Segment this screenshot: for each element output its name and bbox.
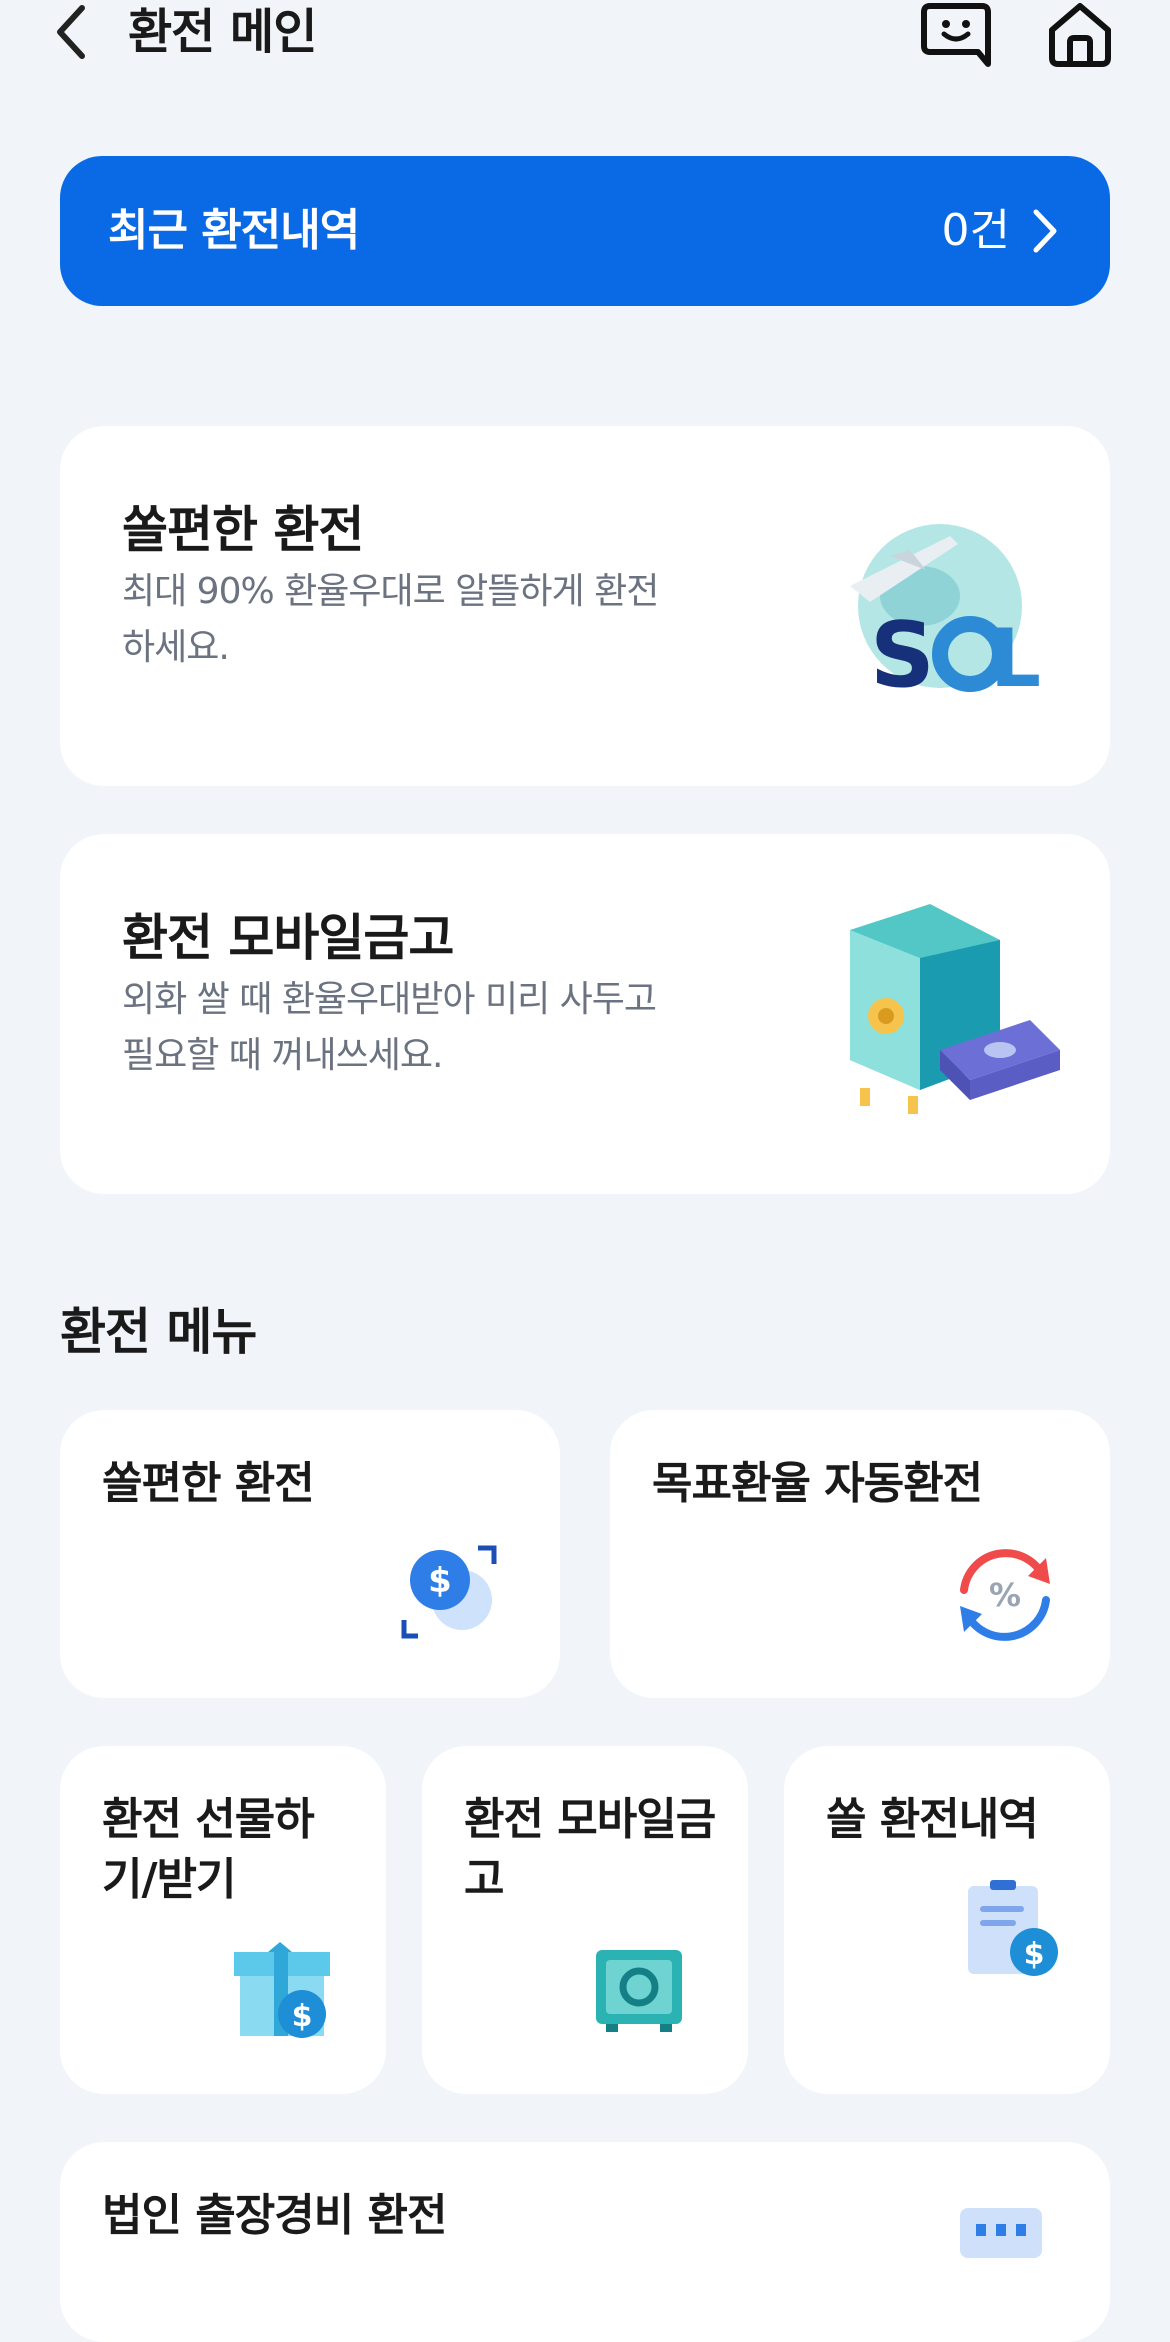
home-icon: [1049, 3, 1111, 67]
percent-cycle-icon: %: [960, 1549, 1050, 1641]
menu-item-label: 환전 선물하기/받기: [102, 1794, 315, 1905]
section-title-exchange-menu: 환전 메뉴: [60, 1303, 257, 1361]
promo-title: 쏠편한 환전: [122, 501, 364, 559]
menu-item-sol-exchange[interactable]: 쏠편한 환전 $: [60, 1410, 560, 1698]
receipt-dollar-icon: $: [968, 1880, 1058, 1976]
menu-item-label: 환전 모바일금고: [464, 1794, 716, 1905]
chat-smile-icon: [921, 3, 991, 67]
svg-text:%: %: [989, 1576, 1021, 1614]
recent-history-label: 최근 환전내역: [108, 205, 360, 256]
svg-text:$: $: [292, 1999, 313, 2034]
svg-text:$: $: [1024, 1937, 1045, 1972]
chevron-right-icon: [1033, 209, 1057, 253]
menu-item-label: 법인 출장경비 환전: [102, 2190, 447, 2241]
menu-item-target-rate-auto-exchange[interactable]: 목표환율 자동환전 %: [610, 1410, 1110, 1698]
menu-item-gift-exchange[interactable]: 환전 선물하기/받기 $: [60, 1746, 386, 2094]
promo-card-mobile-vault[interactable]: 환전 모바일금고 외화 쌀 때 환율우대받아 미리 사두고 필요할 때 꺼내쓰세…: [60, 834, 1110, 1194]
menu-item-label: 목표환율 자동환전: [652, 1458, 983, 1509]
safe-with-cash-icon: [850, 904, 1060, 1114]
chevron-left-icon: [57, 5, 85, 59]
svg-text:L: L: [990, 612, 1041, 705]
gift-dollar-icon: $: [234, 1942, 330, 2038]
svg-text:S: S: [870, 603, 935, 706]
promo-title: 환전 모바일금고: [122, 909, 454, 967]
menu-item-sol-exchange-history[interactable]: 쏠 환전내역 $: [784, 1746, 1110, 2094]
promo-card-sol-exchange[interactable]: 쏠편한 환전 최대 90% 환율우대로 알뜰하게 환전하세요. S L: [60, 426, 1110, 786]
dollar-exchange-icon: $: [401, 1545, 497, 1639]
top-app-bar: 환전 메인: [0, 0, 1170, 70]
chat-button[interactable]: [920, 0, 992, 68]
home-button[interactable]: [1046, 0, 1114, 68]
menu-item-label: 쏠편한 환전: [102, 1458, 315, 1509]
recent-history-count: 0건: [941, 205, 1010, 256]
calendar-icon: [960, 2208, 1042, 2258]
page-title: 환전 메인: [128, 4, 317, 60]
sol-globe-plane-icon: S L: [850, 524, 1041, 706]
back-button[interactable]: [52, 0, 100, 64]
menu-item-mobile-vault[interactable]: 환전 모바일금고: [422, 1746, 748, 2094]
menu-item-corporate-travel-exchange[interactable]: 법인 출장경비 환전: [60, 2142, 1110, 2342]
recent-exchange-history-banner[interactable]: 최근 환전내역 0건: [60, 156, 1110, 306]
svg-text:$: $: [428, 1561, 452, 1601]
promo-description: 최대 90% 환율우대로 알뜰하게 환전하세요.: [122, 571, 659, 668]
safe-icon: [596, 1950, 682, 2032]
promo-description: 외화 쌀 때 환율우대받아 미리 사두고 필요할 때 꺼내쓰세요.: [122, 979, 657, 1076]
menu-item-label: 쏠 환전내역: [826, 1794, 1039, 1845]
